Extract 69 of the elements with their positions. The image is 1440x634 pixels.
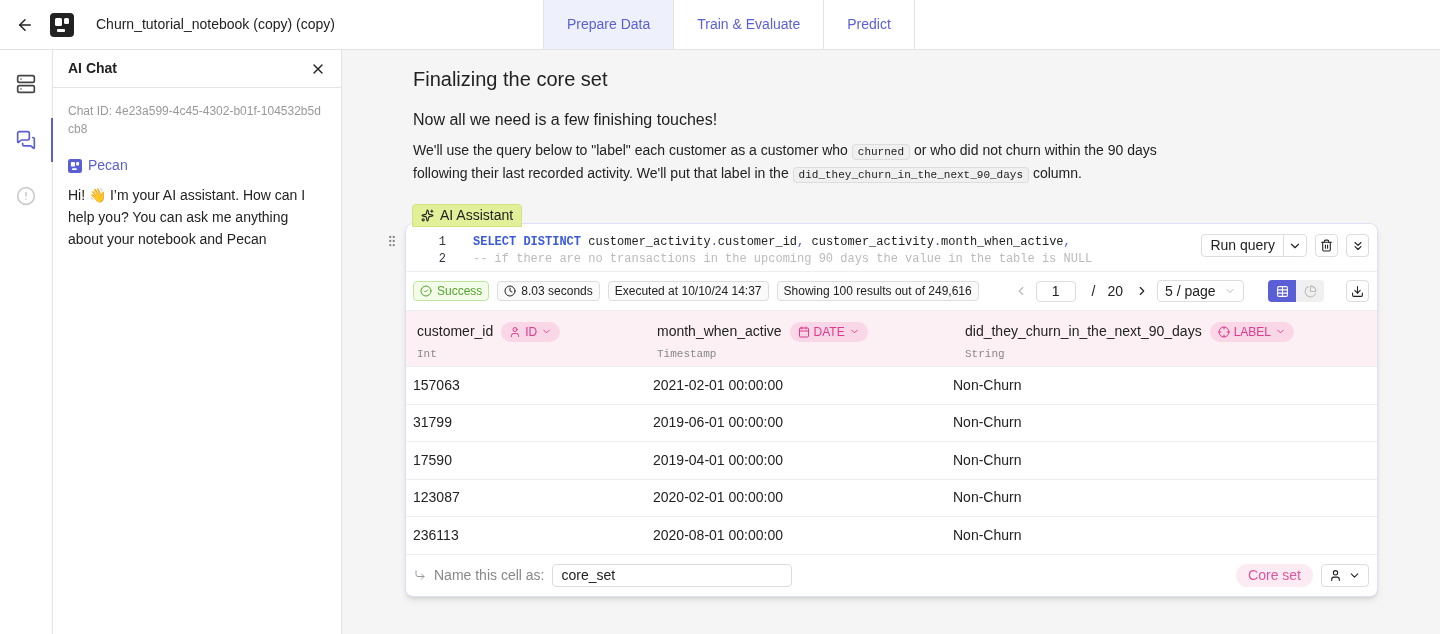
table-cell-text: 31799 [413, 413, 453, 433]
delete-button[interactable] [1315, 234, 1338, 257]
chat-id: Chat ID: 4e23a599-4c45-4302-b01f-104532b5dcb8 [68, 103, 322, 138]
code-line: -- if there are no transactions in the upcoming 90 days the value in the table is NULL [473, 251, 1093, 268]
download-button[interactable] [1346, 280, 1369, 302]
person-icon [1329, 568, 1342, 582]
table-cell-text: Non-Churn [953, 450, 1023, 470]
table-view-button[interactable] [1268, 280, 1296, 302]
table-cell-text: Non-Churn [953, 375, 1023, 395]
column-header: month_when_active [657, 322, 782, 341]
run-query-button[interactable]: Run query [1201, 234, 1307, 257]
panel-title: AI Chat [68, 59, 117, 78]
notebook-title: Churn_tutorial_notebook (copy) (copy) [96, 15, 335, 34]
section-subheading: Now all we need is a few finishing touches! [413, 110, 719, 130]
executed-badge: Executed at 10/10/24 14:37 [607, 281, 769, 301]
section-heading: Finalizing the core set [413, 67, 609, 92]
trash-icon [1320, 239, 1333, 252]
owner-dropdown[interactable] [1321, 563, 1369, 587]
table-cell-text: 123087 [413, 488, 461, 508]
line-number: 2 [437, 251, 446, 268]
collapse-button[interactable] [1346, 234, 1369, 257]
table-cell-text: 236113 [413, 525, 460, 545]
table-cell-text: Non-Churn [953, 413, 1023, 433]
person-icon [509, 325, 522, 338]
logo-icon [50, 12, 74, 37]
column-type: Int [417, 347, 438, 362]
column-header: did_they_churn_in_the_next_90_days [965, 322, 1202, 341]
sparkle-icon [421, 209, 434, 222]
table-cell-text: Non-Churn [953, 488, 1023, 508]
pie-chart-icon [1303, 284, 1317, 298]
table-cell-text: 157063 [413, 375, 461, 395]
page-field[interactable]: 1 [1035, 280, 1076, 302]
line-number: 1 [437, 234, 446, 251]
database-icon[interactable] [16, 74, 36, 94]
column-role-tag[interactable]: LABEL [1209, 321, 1294, 342]
page-total: 20 [1107, 281, 1123, 301]
name-label: Name this cell as: [434, 565, 545, 585]
duration-badge: 8.03 seconds [497, 281, 600, 301]
column-role-tag[interactable]: ID [501, 321, 561, 342]
code-line: SELECT DISTINCT customer_activity.customer_id, customer_activity.month_when_active, [473, 234, 1071, 251]
table-cell-text: 2020-08-01 00:00:00 [653, 525, 784, 545]
table-cell-text: 2020-02-01 00:00:00 [653, 488, 784, 508]
cell-name-field[interactable]: core_set [552, 563, 793, 587]
tab[interactable]: Prepare Data [543, 0, 675, 49]
return-arrow-icon [414, 569, 426, 581]
description-paragraph: We'll use the query below to "label" each customer as a customer who churned or who did not churn within the 90 days following their last recorded activity. We'll put that label in the did_they_churn_in_the_next_90_days column. [413, 141, 1158, 185]
column-role-tag[interactable]: DATE [789, 321, 868, 342]
chat-icon[interactable] [16, 130, 36, 150]
ai-assistant-tag[interactable]: AI Assistant [412, 204, 523, 227]
page-size-select[interactable]: 5 / page [1157, 280, 1244, 302]
table-cell-text: Non-Churn [953, 525, 1023, 545]
sender-name: Pecan [88, 156, 128, 175]
table-cell-text: 17590 [413, 450, 453, 470]
chat-message: Hi! 👋 I’m your AI assistant. How can I help you? You can ask me anything about your notebook and Pecan [68, 186, 307, 249]
table-cell-text: 2019-06-01 00:00:00 [653, 413, 784, 433]
download-icon [1351, 284, 1364, 298]
core-set-badge[interactable]: Core set [1236, 563, 1313, 587]
success-badge: Success [413, 281, 490, 301]
logo-icon [68, 158, 82, 173]
target-icon [1217, 325, 1230, 338]
table-cell-text: 2021-02-01 00:00:00 [653, 375, 784, 395]
calendar-icon [797, 325, 810, 338]
results-badge: Showing 100 results out of 249,616 [776, 281, 979, 301]
column-header: customer_id [417, 322, 494, 341]
table-cell-text: 2019-04-01 00:00:00 [653, 450, 784, 470]
table-icon [1275, 284, 1289, 298]
page-separator: / [1091, 281, 1096, 301]
column-type: String [965, 347, 1006, 362]
column-type: Timestamp [657, 347, 718, 362]
